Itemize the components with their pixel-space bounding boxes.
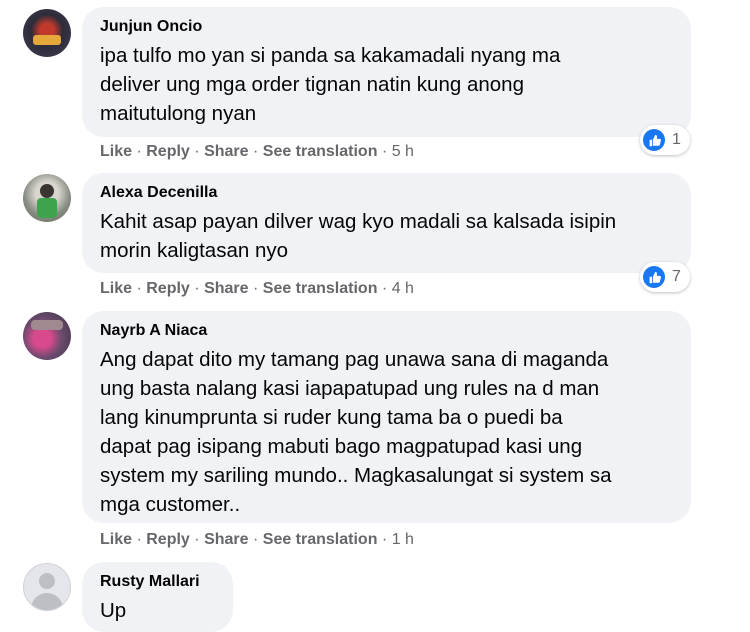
avatar[interactable] xyxy=(23,9,71,57)
like-button[interactable]: Like xyxy=(100,280,132,297)
see-translation-button[interactable]: See translation xyxy=(263,143,378,160)
share-button[interactable]: Share xyxy=(204,280,248,297)
reaction-number: 7 xyxy=(672,268,681,285)
share-button[interactable]: Share xyxy=(204,143,248,160)
comment-line: ung basta nalang kasi iapapatupad ung ru… xyxy=(100,377,600,400)
reply-button[interactable]: Reply xyxy=(146,531,190,548)
comment-timestamp[interactable]: 4 h xyxy=(392,280,414,297)
comment-bubble: Junjun Oncio ipa tulfo mo yan si panda s… xyxy=(82,7,691,137)
separator: · xyxy=(136,280,147,297)
comment-line: dapat pag isipang mabuti bago magpatupad… xyxy=(100,435,583,458)
separator: · xyxy=(252,531,263,548)
see-translation-button[interactable]: See translation xyxy=(263,531,378,548)
comment-line: ipa tulfo mo yan si panda sa kakamadali … xyxy=(100,44,561,67)
separator: · xyxy=(252,280,263,297)
comment-author[interactable]: Junjun Oncio xyxy=(100,17,675,37)
comment-text: ipa tulfo mo yan si panda sa kakamadali … xyxy=(100,41,675,128)
separator: · xyxy=(381,531,392,548)
reply-button[interactable]: Reply xyxy=(146,143,190,160)
comment-text: Up xyxy=(100,596,217,625)
separator: · xyxy=(194,143,205,160)
separator: · xyxy=(194,531,205,548)
comment-actions: Like · Reply · Share · See translation ·… xyxy=(100,142,414,162)
comment-line: Kahit asap payan dilver wag kyo madali s… xyxy=(100,210,617,233)
comment-bubble: Rusty Mallari Up xyxy=(82,562,233,632)
comment-author[interactable]: Rusty Mallari xyxy=(100,572,217,592)
like-button[interactable]: Like xyxy=(100,531,132,548)
separator: · xyxy=(252,143,263,160)
like-button[interactable]: Like xyxy=(100,143,132,160)
separator: · xyxy=(136,143,147,160)
comment-line: deliver ung mga order tignan natin kung … xyxy=(100,73,524,96)
comment-line: mga customer.. xyxy=(100,493,241,516)
reaction-count[interactable]: 7 xyxy=(640,262,690,292)
reply-button[interactable]: Reply xyxy=(146,280,190,297)
avatar[interactable] xyxy=(23,174,71,222)
comment-line: morin kaligtasan nyo xyxy=(100,239,289,262)
reaction-number: 1 xyxy=(672,131,681,148)
separator: · xyxy=(381,280,392,297)
comment-bubble: Nayrb A Niaca Ang dapat dito my tamang p… xyxy=(82,311,691,523)
comment-actions: Like · Reply · Share · See translation ·… xyxy=(100,279,414,299)
comment-author[interactable]: Nayrb A Niaca xyxy=(100,321,675,341)
comment-bubble: Alexa Decenilla Kahit asap payan dilver … xyxy=(82,173,691,273)
avatar[interactable] xyxy=(23,312,71,360)
see-translation-button[interactable]: See translation xyxy=(263,280,378,297)
comment-text: Ang dapat dito my tamang pag unawa sana … xyxy=(100,345,675,519)
separator: · xyxy=(381,143,392,160)
like-icon xyxy=(643,266,665,288)
comment-line: system my sariling mundo.. Magkasalungat… xyxy=(100,464,612,487)
like-icon xyxy=(643,129,665,151)
comment-actions: Like · Reply · Share · See translation ·… xyxy=(100,530,414,550)
comment-timestamp[interactable]: 1 h xyxy=(392,531,414,548)
comment-line: Up xyxy=(100,599,127,622)
share-button[interactable]: Share xyxy=(204,531,248,548)
comment-line: Ang dapat dito my tamang pag unawa sana … xyxy=(100,348,609,371)
comment-timestamp[interactable]: 5 h xyxy=(392,143,414,160)
comment-text: Kahit asap payan dilver wag kyo madali s… xyxy=(100,207,675,265)
comment-author[interactable]: Alexa Decenilla xyxy=(100,183,675,203)
separator: · xyxy=(194,280,205,297)
avatar[interactable] xyxy=(23,563,71,611)
reaction-count[interactable]: 1 xyxy=(640,125,690,155)
separator: · xyxy=(136,531,147,548)
comment-line: maitutulong nyan xyxy=(100,102,257,125)
comment-line: lang kinumprunta si ruder kung tama ba o… xyxy=(100,406,563,429)
